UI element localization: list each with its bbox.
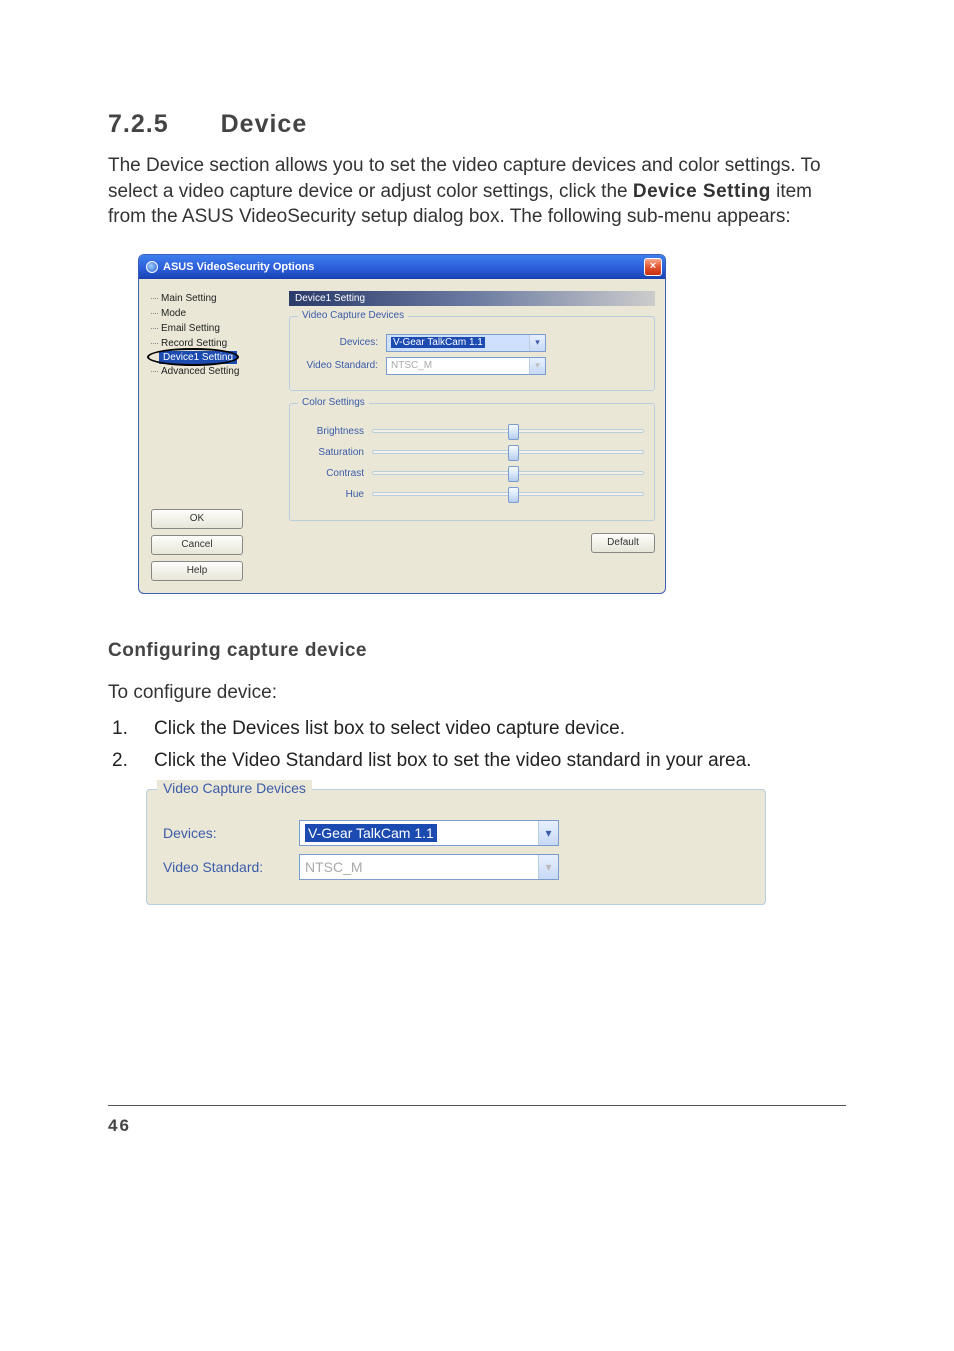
- slider-label: Brightness: [300, 426, 364, 437]
- chevron-down-icon: ▾: [529, 335, 545, 351]
- video-standard-bold: Video Standard: [232, 750, 363, 771]
- devices-label: Devices:: [300, 337, 378, 348]
- video-capture-zoom: Video Capture Devices Devices: V-Gear Ta…: [146, 789, 766, 905]
- contrast-slider[interactable]: [372, 471, 644, 475]
- intro-paragraph: The Device section allows you to set the…: [108, 153, 846, 230]
- color-settings-group: Color Settings Brightness Saturation Con…: [289, 403, 655, 521]
- sub-heading: Configuring capture device: [108, 640, 846, 662]
- chevron-down-icon: ▾: [538, 821, 558, 845]
- devices-value: V-Gear TalkCam 1.1: [391, 337, 485, 348]
- tree-item[interactable]: Advanced Setting: [151, 364, 281, 379]
- lead-text: To configure device:: [108, 680, 846, 706]
- options-dialog: ASUS VideoSecurity Options × Main Settin…: [138, 254, 666, 594]
- close-icon: ×: [650, 261, 656, 272]
- devices-value: V-Gear TalkCam 1.1: [305, 824, 437, 842]
- settings-tree[interactable]: Main Setting Mode Email Setting Record S…: [151, 291, 281, 379]
- slider-label: Hue: [300, 489, 364, 500]
- dialog-title: ASUS VideoSecurity Options: [163, 261, 314, 273]
- step-item: 1. Click the Devices list box to select …: [112, 716, 846, 743]
- slider-thumb[interactable]: [508, 445, 519, 461]
- devices-combo[interactable]: V-Gear TalkCam 1.1 ▾: [299, 820, 559, 846]
- tree-item[interactable]: Mode: [151, 306, 281, 321]
- hue-slider[interactable]: [372, 492, 644, 496]
- saturation-slider[interactable]: [372, 450, 644, 454]
- section-title: Device: [221, 110, 308, 138]
- slider-label: Contrast: [300, 468, 364, 479]
- brightness-slider[interactable]: [372, 429, 644, 433]
- section-heading: 7.2.5 Device: [108, 110, 846, 139]
- standard-value: NTSC_M: [391, 360, 432, 371]
- devices-bold: Devices: [232, 718, 300, 739]
- pane-header: Device1 Setting: [289, 291, 655, 306]
- section-number: 7.2.5: [108, 110, 169, 139]
- help-button[interactable]: Help: [151, 561, 243, 581]
- standard-label: Video Standard:: [163, 859, 281, 875]
- slider-thumb[interactable]: [508, 487, 519, 503]
- standard-value: NTSC_M: [305, 859, 363, 875]
- app-icon: [146, 261, 158, 273]
- devices-combo[interactable]: V-Gear TalkCam 1.1 ▾: [386, 334, 546, 352]
- step-item: 2. Click the Video Standard list box to …: [112, 748, 846, 775]
- ok-button[interactable]: OK: [151, 509, 243, 529]
- close-button[interactable]: ×: [644, 258, 662, 276]
- slider-thumb[interactable]: [508, 466, 519, 482]
- default-button[interactable]: Default: [591, 533, 655, 553]
- tree-item[interactable]: Main Setting: [151, 291, 281, 306]
- dialog-titlebar: ASUS VideoSecurity Options ×: [139, 255, 665, 279]
- slider-label: Saturation: [300, 447, 364, 458]
- zoom-group-title: Video Capture Devices: [157, 780, 312, 796]
- chevron-down-icon: ▾: [529, 358, 545, 374]
- tree-item[interactable]: Email Setting: [151, 321, 281, 336]
- device-setting-label: Device Setting: [633, 181, 771, 202]
- tree-item[interactable]: Record Setting: [151, 336, 281, 351]
- standard-combo[interactable]: NTSC_M ▾: [299, 854, 559, 880]
- group-title: Video Capture Devices: [298, 310, 408, 321]
- slider-thumb[interactable]: [508, 424, 519, 440]
- page-number: 46: [108, 1105, 846, 1136]
- standard-combo[interactable]: NTSC_M ▾: [386, 357, 546, 375]
- standard-label: Video Standard:: [300, 360, 378, 371]
- group-title: Color Settings: [298, 397, 369, 408]
- video-capture-group: Video Capture Devices Devices: V-Gear Ta…: [289, 316, 655, 391]
- devices-label: Devices:: [163, 825, 281, 841]
- tree-item-selected[interactable]: Device1 Setting: [159, 351, 237, 364]
- chevron-down-icon: ▾: [538, 855, 558, 879]
- steps-list: 1. Click the Devices list box to select …: [112, 716, 846, 775]
- cancel-button[interactable]: Cancel: [151, 535, 243, 555]
